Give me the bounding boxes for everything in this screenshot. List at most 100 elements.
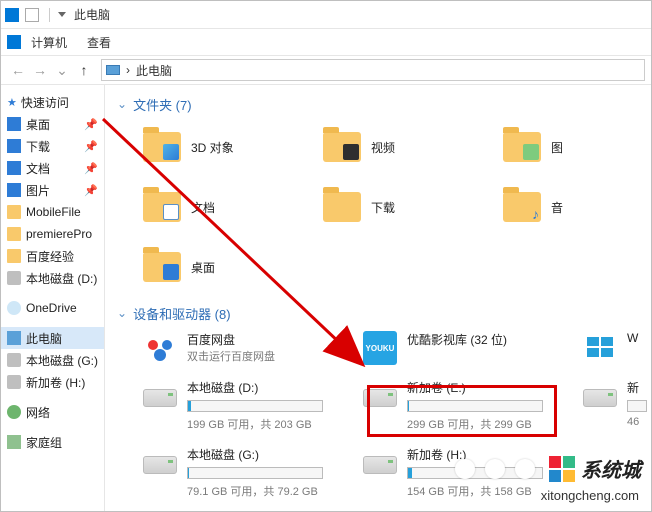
folder-music[interactable]: 音 <box>473 182 643 232</box>
this-pc-icon <box>106 65 120 75</box>
folder-label: 文档 <box>191 199 215 216</box>
drive-name: 百度网盘 <box>187 331 275 348</box>
drive-local-g[interactable]: 本地磁盘 (G:) 79.1 GB 可用，共 79.2 GB <box>113 446 323 499</box>
folder-videos[interactable]: 视频 <box>293 122 463 172</box>
window-titlebar: 此电脑 <box>1 1 651 29</box>
watermark-text: 系统城 <box>581 454 641 483</box>
nav-pane: 快速访问 桌面 📌 下载 📌 文档 📌 图片 📌 <box>1 85 105 511</box>
folder-icon <box>143 192 181 222</box>
folder-downloads[interactable]: 下载 <box>293 182 463 232</box>
drive-icon <box>363 456 397 474</box>
drive-sub: 299 GB 可用，共 299 GB <box>407 416 543 432</box>
sidebar-item-baidujingyan[interactable]: 百度经验 <box>1 245 104 267</box>
sidebar-onedrive[interactable]: OneDrive <box>1 297 104 319</box>
folder-label: 3D 对象 <box>191 139 234 156</box>
section-title: 设备和驱动器 (8) <box>133 304 231 323</box>
sidebar-network[interactable]: 网络 <box>1 401 104 423</box>
qat-dropdown-icon[interactable] <box>56 10 66 20</box>
folder-pictures[interactable]: 图 <box>473 122 643 172</box>
sidebar-label: premierePro <box>26 227 92 241</box>
sidebar-homegroup[interactable]: 家庭组 <box>1 431 104 453</box>
sidebar-label: 文档 <box>26 160 50 177</box>
folders-grid: 3D 对象 视频 图 文档 下载 <box>113 122 643 292</box>
pin-icon: 📌 <box>84 140 98 153</box>
watermark: 系统城 <box>455 454 641 483</box>
folder-label: 下载 <box>371 199 395 216</box>
nav-forward-button: → <box>29 59 51 81</box>
drive-name: 新 <box>627 379 647 396</box>
section-header-folders[interactable]: 文件夹 (7) <box>117 95 643 114</box>
cloud-icon <box>7 301 21 315</box>
drive-new-e[interactable]: 新加卷 (E:) 299 GB 可用，共 299 GB <box>333 379 543 432</box>
nav-back-button[interactable]: ← <box>7 59 29 81</box>
usage-bar <box>627 400 647 412</box>
folder-icon <box>503 192 541 222</box>
drive-sub: 46 <box>627 416 647 428</box>
sidebar-drive-h[interactable]: 新加卷 (H:) <box>1 371 104 393</box>
drive-icon <box>363 389 397 407</box>
sidebar-label: 下载 <box>26 138 50 155</box>
sidebar-item-downloads[interactable]: 下载 📌 <box>1 135 104 157</box>
folder-label: 桌面 <box>191 259 215 276</box>
sidebar-label: 本地磁盘 (D:) <box>26 270 97 287</box>
folder-3d-objects[interactable]: 3D 对象 <box>113 122 283 172</box>
sidebar-label: MobileFile <box>26 205 81 219</box>
drive-sub: 154 GB 可用，共 158 GB <box>407 483 543 499</box>
sidebar-drive-g[interactable]: 本地磁盘 (G:) <box>1 349 104 371</box>
sidebar-label: 快速访问 <box>21 94 69 111</box>
window-title: 此电脑 <box>74 6 110 23</box>
tab-view[interactable]: 查看 <box>87 34 111 51</box>
pin-icon: 📌 <box>84 184 98 197</box>
address-bar[interactable]: › 此电脑 <box>101 59 645 81</box>
drive-partial[interactable]: 新 46 <box>553 379 647 432</box>
sidebar-label: 新加卷 (H:) <box>26 374 85 391</box>
sidebar-item-desktop[interactable]: 桌面 📌 <box>1 113 104 135</box>
drive-sub: 79.1 GB 可用，共 79.2 GB <box>187 483 323 499</box>
sidebar-quick-access[interactable]: 快速访问 <box>1 91 104 113</box>
folder-documents[interactable]: 文档 <box>113 182 283 232</box>
youku-badge: YOUKU <box>366 344 395 353</box>
nav-recent-dropdown[interactable]: ⌄ <box>51 59 73 81</box>
sidebar-label: 此电脑 <box>26 330 62 347</box>
downloads-icon <box>7 139 21 153</box>
homegroup-icon <box>7 435 21 449</box>
tab-computer[interactable]: 计算机 <box>31 34 67 51</box>
desktop-icon <box>7 117 21 131</box>
folder-label: 视频 <box>371 139 395 156</box>
address-sep: › <box>126 63 130 77</box>
drive-baidu-netdisk[interactable]: 百度网盘 双击运行百度网盘 <box>113 331 323 365</box>
sidebar-label: 网络 <box>26 404 50 421</box>
address-root[interactable]: 此电脑 <box>136 62 172 79</box>
address-bar-row: ← → ⌄ ↑ › 此电脑 <box>1 55 651 85</box>
sidebar-item-disk-d[interactable]: 本地磁盘 (D:) <box>1 267 104 289</box>
qat-icon-2[interactable] <box>25 8 39 22</box>
sidebar-item-pictures[interactable]: 图片 📌 <box>1 179 104 201</box>
sidebar-label: 桌面 <box>26 116 50 133</box>
drive-w[interactable]: W <box>553 331 647 365</box>
drive-sub: 199 GB 可用，共 203 GB <box>187 416 323 432</box>
this-pc-icon <box>7 331 21 345</box>
sidebar-item-mobilefile[interactable]: MobileFile <box>1 201 104 223</box>
folder-desktop[interactable]: 桌面 <box>113 242 283 292</box>
ribbon-tabs: 计算机 查看 <box>1 29 651 55</box>
sidebar-item-premierepro[interactable]: premierePro <box>1 223 104 245</box>
sidebar-label: 百度经验 <box>26 248 74 265</box>
section-header-drives[interactable]: 设备和驱动器 (8) <box>117 304 643 323</box>
nav-up-button[interactable]: ↑ <box>73 59 95 81</box>
pictures-icon <box>7 183 21 197</box>
drive-sub: 双击运行百度网盘 <box>187 348 275 364</box>
qat-icon-1[interactable] <box>5 8 19 22</box>
folder-icon <box>323 132 361 162</box>
watermark-logo-icon <box>549 456 575 482</box>
file-tab[interactable] <box>7 35 21 49</box>
folder-icon <box>503 132 541 162</box>
usage-bar <box>407 400 543 412</box>
drive-local-d[interactable]: 本地磁盘 (D:) 199 GB 可用，共 203 GB <box>113 379 323 432</box>
windows-icon <box>583 331 617 365</box>
usage-bar <box>187 467 323 479</box>
sidebar-label: 图片 <box>26 182 50 199</box>
drive-youku[interactable]: YOUKU 优酷影视库 (32 位) <box>333 331 543 365</box>
section-title: 文件夹 (7) <box>133 95 192 114</box>
sidebar-item-documents[interactable]: 文档 📌 <box>1 157 104 179</box>
sidebar-this-pc[interactable]: 此电脑 <box>1 327 104 349</box>
